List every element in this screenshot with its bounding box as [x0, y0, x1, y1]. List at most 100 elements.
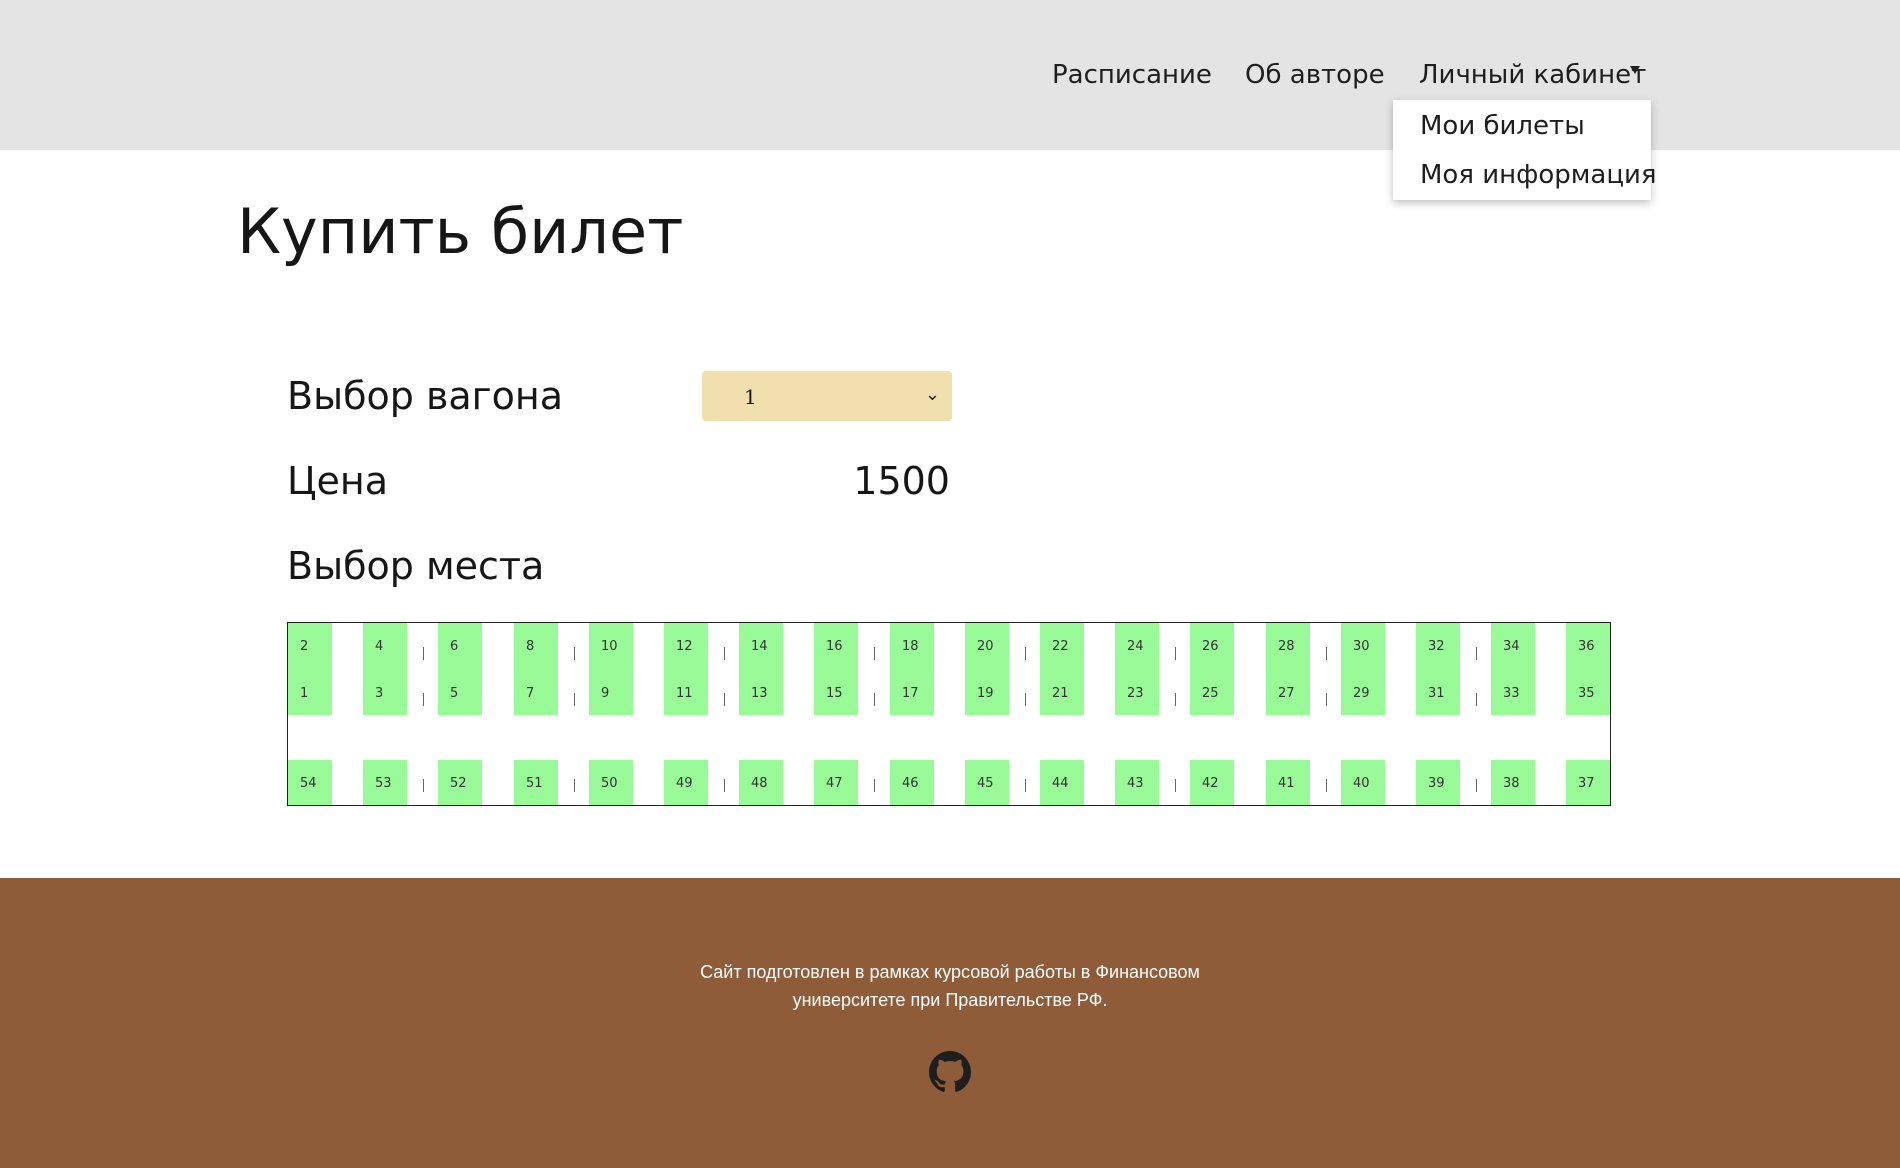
price-label: Цена [287, 459, 389, 503]
seat-side[interactable]: 42 [1190, 760, 1234, 805]
seat-side[interactable]: 53 [363, 760, 407, 805]
seat-number-upper[interactable]: 34 [1503, 639, 1520, 655]
seat-number-lower[interactable]: 17 [902, 686, 919, 702]
seat-side[interactable]: 47 [814, 760, 858, 805]
compartment-divider [874, 647, 875, 660]
seat-block-compartment: 36 35 [1566, 623, 1610, 715]
seat-number-lower[interactable]: 5 [450, 686, 458, 702]
seat-number-upper[interactable]: 24 [1127, 639, 1144, 655]
seat-side[interactable]: 54 [288, 760, 332, 805]
compartment-divider [1476, 693, 1477, 706]
seat-side[interactable]: 41 [1266, 760, 1310, 805]
github-icon[interactable] [929, 1051, 971, 1093]
seat-number-lower[interactable]: 27 [1278, 686, 1295, 702]
seat-side[interactable]: 51 [514, 760, 558, 805]
seat-number-upper[interactable]: 10 [601, 639, 618, 655]
compartment-divider [1175, 647, 1176, 660]
seat-number-upper[interactable]: 36 [1578, 639, 1595, 655]
seat-number-lower[interactable]: 29 [1353, 686, 1370, 702]
nav-account-link[interactable]: Личный кабинет [1419, 58, 1646, 92]
seat-number-lower[interactable]: 7 [526, 686, 534, 702]
caret-down-icon[interactable] [1630, 66, 1640, 74]
compartment-divider [1326, 647, 1327, 660]
seat-number-upper[interactable]: 12 [676, 639, 693, 655]
seat-number-lower[interactable]: 33 [1503, 686, 1520, 702]
seat-number-upper[interactable]: 14 [751, 639, 768, 655]
wagon-select[interactable]: 1 ⌄ [702, 371, 952, 421]
seat-block-compartment: 34 33 [1491, 623, 1535, 715]
seat-block-compartment: 22 21 [1040, 623, 1084, 715]
seat-side[interactable]: 45 [965, 760, 1009, 805]
seat-number-lower[interactable]: 9 [601, 686, 609, 702]
seat-block-compartment: 65 [438, 623, 482, 715]
compartment-divider [1476, 779, 1477, 792]
seat-number-lower[interactable]: 1 [300, 686, 308, 702]
seat-number-lower[interactable]: 13 [751, 686, 768, 702]
seat-side[interactable]: 40 [1341, 760, 1385, 805]
seat-map: 2 1 54 4 3 53 6 5 52 8 7 51 10 9 50 12 11 49 14 13 48 16 15 47 1… [287, 622, 1611, 806]
seat-number-upper[interactable]: 26 [1202, 639, 1219, 655]
seat-number-side: 52 [450, 776, 467, 791]
seat-number-upper[interactable]: 8 [526, 639, 534, 655]
seat-number-lower[interactable]: 15 [826, 686, 843, 702]
seat-number-lower[interactable]: 19 [977, 686, 994, 702]
seat-number-upper[interactable]: 4 [375, 639, 383, 655]
seat-side[interactable]: 49 [664, 760, 708, 805]
seat-side[interactable]: 39 [1416, 760, 1460, 805]
seat-side[interactable]: 43 [1115, 760, 1159, 805]
seat-block-compartment: 32 31 [1416, 623, 1460, 715]
seat-number-upper[interactable]: 32 [1428, 639, 1445, 655]
nav-about-link[interactable]: Об авторе [1245, 58, 1385, 92]
seat-number-upper[interactable]: 16 [826, 639, 843, 655]
seat-number-side: 47 [826, 776, 843, 791]
seat-side[interactable]: 37 [1566, 760, 1610, 805]
seat-side[interactable]: 50 [589, 760, 633, 805]
seat-number-upper[interactable]: 28 [1278, 639, 1295, 655]
seat-number-upper[interactable]: 20 [977, 639, 994, 655]
compartment-divider [423, 779, 424, 792]
seat-number-lower[interactable]: 31 [1428, 686, 1445, 702]
seat-label: Выбор места [287, 544, 545, 588]
dropdown-my-info[interactable]: Моя информация [1420, 158, 1657, 192]
seat-block-compartment: 18 17 [890, 623, 934, 715]
seat-number-upper[interactable]: 2 [300, 639, 308, 655]
seat-number-side: 45 [977, 776, 994, 791]
seat-number-lower[interactable]: 3 [375, 686, 383, 702]
nav-schedule-link[interactable]: Расписание [1052, 58, 1212, 92]
seat-number-upper[interactable]: 22 [1052, 639, 1069, 655]
seat-number-lower[interactable]: 11 [676, 686, 693, 702]
site-footer: Сайт подготовлен в рамках курсовой работ… [0, 878, 1900, 1168]
seat-block-compartment: 20 19 [965, 623, 1009, 715]
seat-side[interactable]: 38 [1491, 760, 1535, 805]
seat-number-side: 50 [601, 776, 618, 791]
seat-number-upper[interactable]: 30 [1353, 639, 1370, 655]
seat-number-upper[interactable]: 6 [450, 639, 458, 655]
seat-block-compartment: 21 [288, 623, 332, 715]
compartment-divider [423, 693, 424, 706]
compartment-divider [724, 693, 725, 706]
seat-side[interactable]: 48 [739, 760, 783, 805]
seat-block-compartment: 30 29 [1341, 623, 1385, 715]
seat-number-upper[interactable]: 18 [902, 639, 919, 655]
dropdown-my-tickets[interactable]: Мои билеты [1420, 109, 1585, 143]
seat-side[interactable]: 52 [438, 760, 482, 805]
seat-number-side: 42 [1202, 776, 1219, 791]
seat-block-compartment: 87 [514, 623, 558, 715]
compartment-divider [724, 779, 725, 792]
seat-number-side: 38 [1503, 776, 1520, 791]
wagon-label: Выбор вагона [287, 374, 563, 418]
account-dropdown-menu: Мои билеты Моя информация [1393, 100, 1657, 200]
seat-number-lower[interactable]: 23 [1127, 686, 1144, 702]
compartment-divider [1025, 779, 1026, 792]
seat-side[interactable]: 44 [1040, 760, 1084, 805]
compartment-divider [1476, 647, 1477, 660]
seat-number-lower[interactable]: 25 [1202, 686, 1219, 702]
page-title: Купить билет [237, 195, 684, 268]
compartment-divider [874, 779, 875, 792]
compartment-divider [574, 779, 575, 792]
compartment-divider [1326, 693, 1327, 706]
seat-number-lower[interactable]: 35 [1578, 686, 1595, 702]
seat-number-side: 37 [1578, 776, 1595, 791]
seat-side[interactable]: 46 [890, 760, 934, 805]
seat-number-lower[interactable]: 21 [1052, 686, 1069, 702]
